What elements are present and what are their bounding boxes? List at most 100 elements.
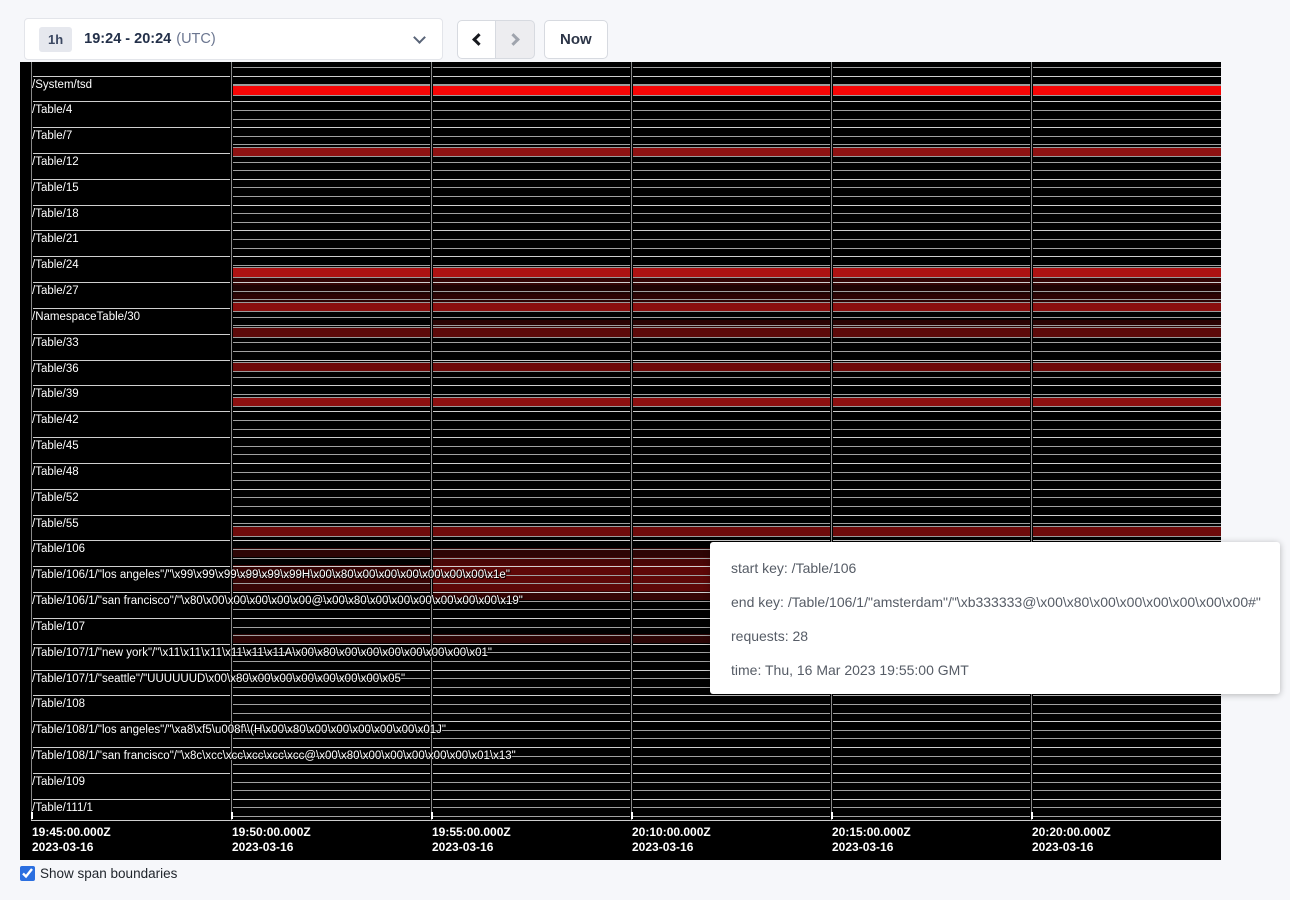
span-boundary-line — [231, 265, 1221, 266]
span-boundary-line — [31, 799, 1221, 800]
time-bucket-boundary — [830, 62, 833, 820]
span-key-label: /Table/27 — [32, 285, 79, 298]
axis-date-label: 2023-03-16 — [632, 840, 693, 854]
span-boundary-line — [231, 429, 1221, 430]
time-range-text: 19:24 - 20:24 — [84, 31, 171, 47]
chevron-down-icon — [413, 31, 426, 44]
span-boundary-line — [231, 222, 1221, 223]
span-key-label: /Table/106 — [32, 543, 85, 556]
span-key-label: /Table/24 — [32, 259, 79, 272]
heat-band[interactable] — [231, 285, 1221, 294]
axis-time-label: 19:55:00.000Z — [432, 825, 511, 839]
span-key-label: /Table/108/1/"los angeles"/"\xa8\xf5\u00… — [32, 724, 446, 737]
span-boundary-line — [31, 127, 1221, 128]
span-boundary-line — [231, 170, 1221, 171]
heat-band[interactable] — [231, 397, 1221, 408]
span-key-label: /Table/108 — [32, 698, 85, 711]
span-key-label: /Table/4 — [32, 104, 72, 117]
axis-tick-mark — [231, 812, 233, 819]
axis-tick-mark — [831, 812, 833, 819]
span-boundary-line — [31, 205, 1221, 206]
span-key-label: /Table/21 — [32, 233, 79, 246]
axis-time-label: 20:20:00.000Z — [1032, 825, 1111, 839]
span-boundary-line — [231, 110, 1221, 111]
span-boundary-line — [31, 360, 1221, 361]
span-boundary-line — [31, 695, 1221, 696]
heat-band[interactable] — [231, 147, 1221, 158]
show-span-boundaries-label: Show span boundaries — [40, 866, 177, 881]
heat-band[interactable] — [231, 267, 1221, 278]
chevron-right-icon — [507, 33, 520, 46]
span-key-label: /Table/7 — [32, 130, 72, 143]
next-time-button-disabled[interactable] — [496, 20, 535, 59]
span-boundary-line — [231, 480, 1221, 481]
tooltip-start-key: start key: /Table/106 — [731, 551, 1270, 585]
span-boundary-line — [231, 713, 1221, 714]
span-boundary-line — [31, 230, 1221, 231]
heat-band[interactable] — [231, 277, 1221, 286]
span-key-label: /Table/109 — [32, 776, 85, 789]
time-range-selector[interactable]: 1h 19:24 - 20:24 (UTC) — [24, 18, 443, 60]
span-boundary-line — [231, 136, 1221, 137]
span-boundary-line — [231, 213, 1221, 214]
span-boundary-line — [231, 377, 1221, 378]
span-key-label: /System/tsd — [32, 79, 92, 92]
span-boundary-line — [231, 248, 1221, 249]
axis-tick-mark — [631, 812, 633, 819]
span-boundary-line — [31, 256, 1221, 257]
span-key-label: /NamespaceTable/30 — [32, 311, 140, 324]
heat-band[interactable] — [231, 526, 1221, 537]
span-key-label: /Table/48 — [32, 466, 79, 479]
now-button[interactable]: Now — [544, 20, 608, 59]
axis-tick-mark — [31, 812, 33, 819]
span-boundary-line — [231, 239, 1221, 240]
span-boundary-line — [31, 437, 1221, 438]
span-boundary-line — [231, 738, 1221, 739]
span-key-label: /Table/52 — [32, 492, 79, 505]
span-boundary-line — [231, 119, 1221, 120]
span-key-label: /Table/39 — [32, 388, 79, 401]
tooltip-time: time: Thu, 16 Mar 2023 19:55:00 GMT — [731, 653, 1270, 687]
span-key-label: /Table/45 — [32, 440, 79, 453]
chevron-left-icon — [472, 33, 485, 46]
time-bucket-boundary — [430, 62, 433, 820]
span-boundary-line — [231, 704, 1221, 705]
span-key-label: /Table/106/1/"los angeles"/"\x99\x99\x99… — [32, 569, 510, 582]
span-key-label: /Table/107/1/"new york"/"\x11\x11\x11\x1… — [32, 647, 492, 660]
span-key-label: /Table/18 — [32, 208, 79, 221]
span-boundary-line — [231, 351, 1221, 352]
span-boundary-line — [31, 76, 1221, 77]
heat-band[interactable] — [231, 302, 1221, 313]
heat-band[interactable] — [231, 327, 1221, 338]
span-boundary-line — [231, 506, 1221, 507]
span-boundary-line — [231, 454, 1221, 455]
axis-time-label: 19:50:00.000Z — [232, 825, 311, 839]
span-boundary-line — [231, 472, 1221, 473]
span-boundary-line — [231, 67, 1221, 68]
span-key-label: /Table/55 — [32, 518, 79, 531]
span-key-label: /Table/107 — [32, 621, 85, 634]
span-boundary-line — [31, 101, 1221, 102]
heat-band[interactable] — [231, 362, 1221, 373]
span-boundary-line — [231, 420, 1221, 421]
span-boundary-line — [231, 446, 1221, 447]
span-boundary-line — [31, 385, 1221, 386]
heat-band[interactable] — [231, 85, 1221, 96]
span-key-label: /Table/107/1/"seattle"/"UUUUUUD\x00\x80\… — [32, 673, 405, 686]
show-span-boundaries-checkbox[interactable] — [20, 866, 35, 881]
key-visualizer-page: 1h 19:24 - 20:24 (UTC) Now /System/tsd/T… — [0, 0, 1290, 900]
span-boundary-line — [231, 342, 1221, 343]
span-key-label: /Table/106/1/"san francisco"/"\x80\x00\x… — [32, 595, 523, 608]
axis-time-label: 20:15:00.000Z — [832, 825, 911, 839]
prev-time-button[interactable] — [457, 20, 496, 59]
span-key-label: /Table/36 — [32, 363, 79, 376]
span-boundary-line — [231, 394, 1221, 395]
span-boundary-line — [231, 782, 1221, 783]
key-visualizer-canvas[interactable]: /System/tsd/Table/4/Table/7/Table/12/Tab… — [20, 62, 1221, 860]
hover-tooltip: start key: /Table/106 end key: /Table/10… — [710, 542, 1280, 694]
time-preset-badge: 1h — [39, 27, 72, 52]
axis-date-label: 2023-03-16 — [32, 840, 93, 854]
time-bucket-boundary — [230, 62, 233, 820]
span-key-label: /Table/33 — [32, 337, 79, 350]
span-boundary-line — [231, 162, 1221, 163]
